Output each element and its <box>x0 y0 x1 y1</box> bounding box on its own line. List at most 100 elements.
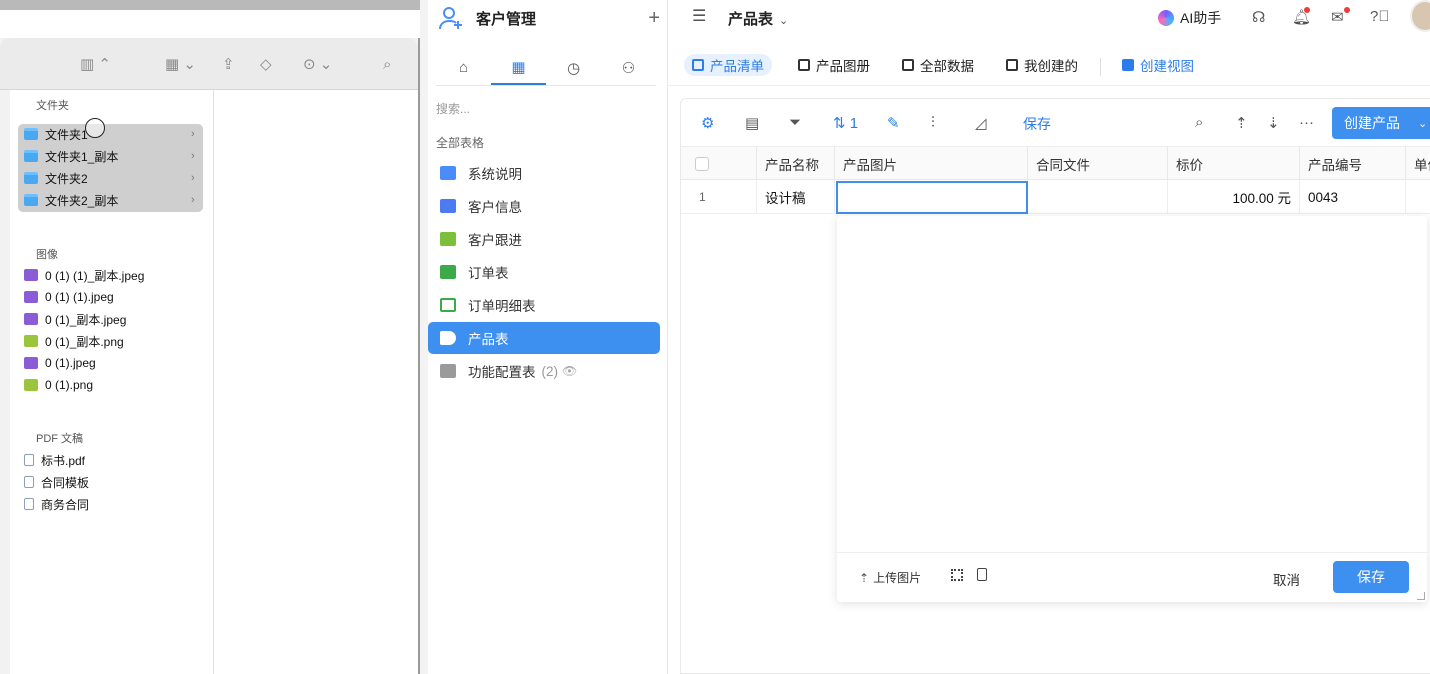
sidebar-header: 客户管理 + <box>438 4 660 32</box>
tab-product-gallery[interactable]: 产品图册 <box>790 54 878 76</box>
column-header[interactable]: 产品图片 <box>835 147 1028 180</box>
top-bar: ☰ 产品表 ⌄ AI助手 ☊ 🔔︎ ✉ ?⃝ <box>668 0 1430 36</box>
clock-icon: ◷ <box>566 59 581 77</box>
copy-icon[interactable] <box>977 568 987 581</box>
gallery-icon <box>798 59 810 71</box>
tab-tables[interactable]: ▦ <box>491 50 546 85</box>
cell-price[interactable]: 100.00 元 <box>1168 180 1300 214</box>
table-row[interactable]: 1 设计稿 100.00 元 0043 <box>681 180 1430 214</box>
sidebar-section-label: 全部表格 <box>436 136 485 150</box>
save-view-button[interactable]: 保存 <box>1023 114 1051 134</box>
cell-code[interactable]: 0043 <box>1300 180 1406 214</box>
finder-toolbar: ▥ ⌃ ▦ ⌄ ⇪ ◇ ⊙ ⌄ ⌕ <box>0 38 418 90</box>
upload-cloud-icon: ⇡ <box>859 570 870 585</box>
search-icon[interactable]: ⌕ <box>1195 114 1203 131</box>
upload-icon[interactable]: ⇡ <box>1235 114 1248 132</box>
tab-home[interactable]: ⌂ <box>436 50 491 85</box>
share-icon[interactable]: ⇪ <box>222 52 235 76</box>
qrcode-icon[interactable] <box>951 569 963 581</box>
avatar[interactable] <box>1410 0 1430 32</box>
pointer-cursor-icon <box>85 118 105 138</box>
inbox-icon[interactable]: ✉ <box>1331 8 1344 26</box>
column-header[interactable]: 标价 <box>1168 147 1300 180</box>
images-section-label: 图像 <box>36 249 58 261</box>
cell-contract[interactable] <box>1028 180 1168 214</box>
tag-icon[interactable]: ◇ <box>260 52 272 76</box>
search-icon[interactable]: ⌕ <box>383 52 391 76</box>
workflow-icon: ⚇ <box>621 59 636 77</box>
file-item[interactable]: 0 (1) (1)_副本.jpeg <box>24 265 144 285</box>
sidebar-item-order-details[interactable]: 订单明细表 <box>428 289 660 321</box>
file-item[interactable]: 合同模板 <box>24 472 89 492</box>
file-item[interactable]: 0 (1)_副本.jpeg <box>24 309 126 329</box>
pdf-file-icon <box>24 454 34 466</box>
file-item[interactable]: 标书.pdf <box>24 450 85 470</box>
tab-workflow[interactable]: ⚇ <box>601 50 656 85</box>
upload-image-button[interactable]: ⇡ 上传图片 <box>859 569 921 586</box>
menu-icon[interactable]: ☰ <box>692 6 706 26</box>
cancel-button[interactable]: 取消 <box>1273 569 1300 589</box>
column-view-icon[interactable]: ▥ ⌃ <box>80 52 111 76</box>
breadcrumb[interactable]: 产品表 ⌄ <box>728 8 788 29</box>
file-item[interactable]: 0 (1).jpeg <box>24 353 96 373</box>
table-icon: ▦ <box>511 58 526 76</box>
tab-product-list[interactable]: 产品清单 <box>684 54 772 76</box>
grid-icon <box>440 166 456 180</box>
list-icon <box>692 59 704 71</box>
sidebar-item-products[interactable]: 产品表 <box>428 322 660 354</box>
create-product-button[interactable]: 创建产品 ⌄ <box>1332 107 1430 139</box>
file-item[interactable]: 0 (1)_副本.png <box>24 331 124 351</box>
sidebar-item-followup[interactable]: 客户跟进 <box>428 223 660 255</box>
cell-unit-price[interactable] <box>1406 180 1430 214</box>
ai-assistant-button[interactable]: AI助手 <box>1158 8 1221 28</box>
sidebar-item-orders[interactable]: 订单表 <box>428 256 660 288</box>
more-icon[interactable]: ··· <box>1299 114 1314 131</box>
finder-window: ▥ ⌃ ▦ ⌄ ⇪ ◇ ⊙ ⌄ ⌕ 文件夹 文件夹1 › 文件夹1_副本 › 文… <box>0 0 420 674</box>
home-icon: ⌂ <box>458 59 469 76</box>
more-actions-icon[interactable]: ⊙ ⌄ <box>303 52 332 76</box>
file-item[interactable]: 0 (1) (1).jpeg <box>24 287 114 307</box>
select-all-checkbox[interactable] <box>681 147 757 180</box>
group-icon[interactable]: ⫶ <box>931 114 935 131</box>
sort-button[interactable]: ⇅ 1 <box>833 114 858 132</box>
add-button[interactable]: + <box>648 7 660 30</box>
help-icon[interactable]: ?⃝ <box>1370 8 1390 25</box>
pin-icon[interactable]: ✎ <box>887 114 900 132</box>
file-item[interactable]: 0 (1).png <box>24 375 93 395</box>
app-title: 客户管理 <box>476 10 537 28</box>
pdf-section-label: PDF 文稿 <box>36 433 84 445</box>
image-cell-editor[interactable] <box>836 181 1028 214</box>
folder-item[interactable]: 文件夹1 <box>24 124 88 144</box>
sidebar-item-system[interactable]: 系统说明 <box>428 157 660 189</box>
sidebar-item-customers[interactable]: 客户信息 <box>428 190 660 222</box>
resize-handle[interactable] <box>1417 592 1425 600</box>
column-header[interactable]: 产品编号 <box>1300 147 1406 180</box>
finder-column-empty <box>214 90 418 674</box>
group-view-icon[interactable]: ▦ ⌄ <box>165 52 196 76</box>
window-titlebar <box>0 0 420 38</box>
folder-item[interactable]: 文件夹2_副本 <box>24 190 118 210</box>
tab-my-created[interactable]: 我创建的 <box>998 54 1086 76</box>
item-count: (2) <box>541 363 559 379</box>
file-item[interactable]: 商务合同 <box>24 494 89 514</box>
column-header[interactable]: 单价 <box>1406 147 1430 180</box>
calendar-icon[interactable]: ▤ <box>745 114 759 132</box>
tab-history[interactable]: ◷ <box>546 50 601 85</box>
filter-icon[interactable]: ⏷ <box>789 114 801 131</box>
main-area: ☰ 产品表 ⌄ AI助手 ☊ 🔔︎ ✉ ?⃝ 产品清单 产品图册 全部数据 我创建… <box>668 0 1430 674</box>
folder-item[interactable]: 文件夹2 <box>24 168 88 188</box>
save-button[interactable]: 保存 <box>1333 561 1409 593</box>
settings-icon[interactable]: ⚙ <box>701 114 714 132</box>
column-header[interactable]: 产品名称 <box>757 147 835 180</box>
folder-item[interactable]: 文件夹1_副本 <box>24 146 118 166</box>
sidebar-item-config[interactable]: 功能配置表 (2) 👁 <box>428 355 660 387</box>
headset-icon[interactable]: ☊ <box>1252 8 1265 26</box>
tab-all-data[interactable]: 全部数据 <box>894 54 982 76</box>
chart-icon[interactable]: ◿ <box>975 114 987 132</box>
folders-section-label: 文件夹 <box>36 100 69 112</box>
download-icon[interactable]: ⇣ <box>1267 114 1280 132</box>
create-view-button[interactable]: 创建视图 <box>1114 54 1202 76</box>
cell-name[interactable]: 设计稿 <box>757 180 835 214</box>
sidebar-search-input[interactable]: 搜索... <box>436 100 470 117</box>
column-header[interactable]: 合同文件 <box>1028 147 1168 180</box>
